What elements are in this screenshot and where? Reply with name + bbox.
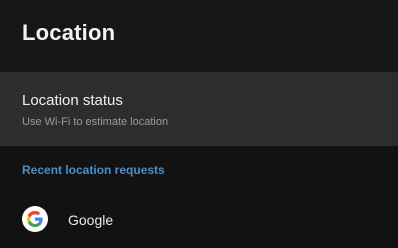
location-status-item[interactable]: Location status Use Wi-Fi to estimate lo…: [0, 72, 398, 146]
location-settings-screen: Location Location status Use Wi-Fi to es…: [0, 0, 398, 248]
google-icon: [22, 206, 48, 232]
list-item-google[interactable]: Google: [0, 194, 398, 246]
recent-location-requests-header: Recent location requests: [22, 163, 165, 177]
list-item-label: Google: [68, 212, 114, 228]
page-title: Location: [22, 20, 116, 45]
location-status-subtitle: Use Wi-Fi to estimate location: [22, 116, 169, 128]
location-status-title: Location status: [22, 92, 123, 109]
header: Location: [0, 0, 398, 72]
